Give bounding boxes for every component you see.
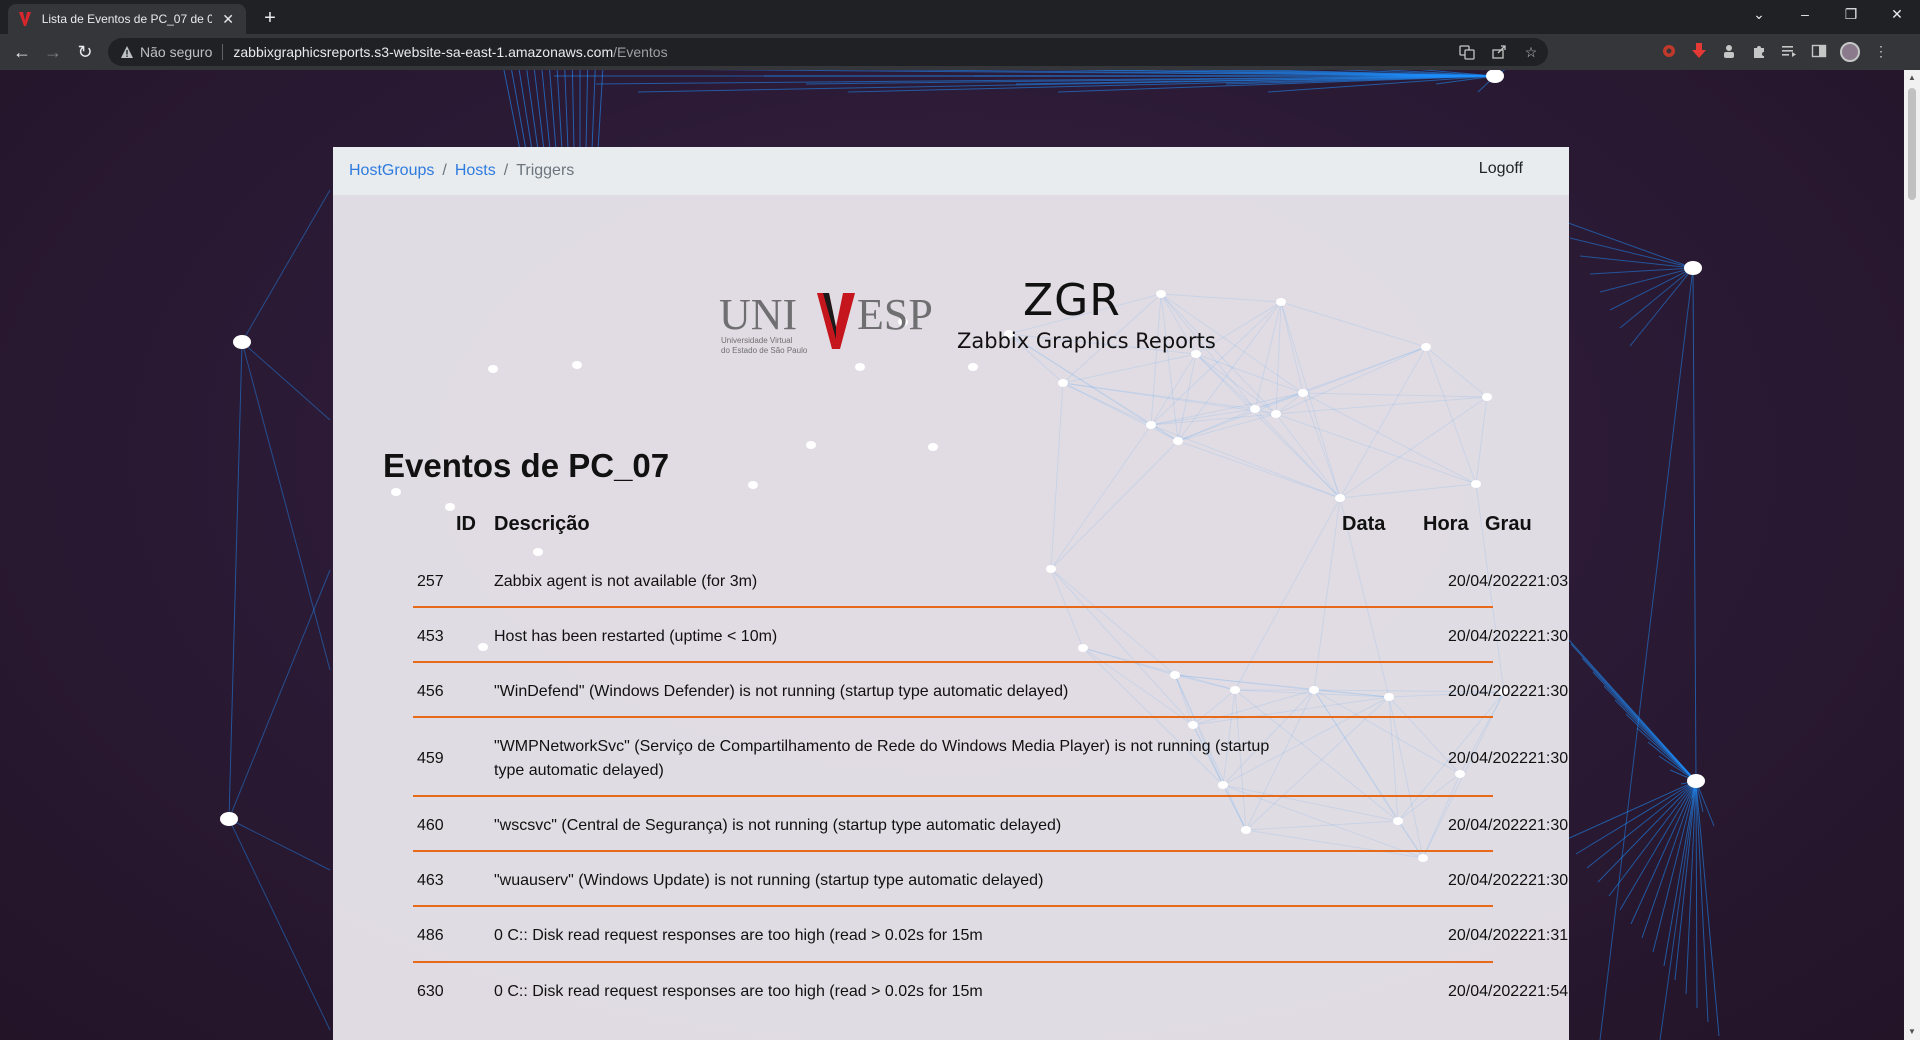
univesp-logo: UNI ESP Universidade Virtual do Estado d… (719, 287, 953, 372)
cell-id: 459 (417, 750, 444, 767)
new-tab-button[interactable]: + (256, 6, 284, 30)
cell-datetime: 20/04/202221:30:223 (1448, 683, 1569, 700)
tab-close-icon[interactable]: ✕ (220, 11, 236, 28)
cell-datetime: 20/04/202221:30:212 (1448, 628, 1569, 645)
breadcrumb-separator: / (503, 162, 509, 179)
page-scrollbar[interactable]: ▲ ▼ (1904, 70, 1920, 1040)
cell-id: 460 (417, 817, 444, 834)
table-row: 453 Host has been restarted (uptime < 10… (413, 608, 1569, 663)
omnibox-divider (222, 44, 224, 60)
breadcrumb: HostGroups / Hosts / Triggers Logoff (333, 147, 1569, 195)
cell-description: "wuauserv" (Windows Update) is not runni… (494, 872, 1044, 889)
close-window-button[interactable]: ✕ (1874, 0, 1920, 30)
page-viewport: HostGroups / Hosts / Triggers Logoff UNI… (0, 70, 1904, 1040)
minimize-button[interactable]: – (1782, 0, 1828, 30)
breadcrumb-separator: / (442, 162, 447, 179)
menu-kebab-icon[interactable]: ⋮ (1872, 42, 1890, 60)
download-arrow-icon[interactable] (1690, 42, 1708, 60)
tab-title: Lista de Eventos de PC_07 de 01/ (41, 12, 213, 26)
url-host: zabbixgraphicsreports.s3-website-sa-east… (233, 44, 614, 60)
extensions-area: ⋮ (1660, 42, 1890, 62)
column-header-date: Data (1342, 513, 1386, 535)
media-queue-icon[interactable] (1780, 42, 1798, 60)
cell-datetime: 20/04/202221:31:462 (1448, 927, 1569, 944)
bookmark-star-icon[interactable]: ☆ (1522, 43, 1540, 61)
cell-description: "wscsvc" (Central de Segurança) is not r… (494, 817, 1062, 834)
column-header-description: Descrição (494, 513, 590, 535)
page-title: Eventos de PC_07 (383, 447, 670, 484)
scroll-up-icon[interactable]: ▲ (1904, 70, 1920, 86)
back-icon[interactable]: ← (8, 40, 36, 64)
univesp-logo-text-right: ESP (857, 290, 933, 339)
security-status[interactable]: Não seguro (140, 44, 212, 60)
cell-description: 0 C:: Disk read request responses are to… (494, 927, 983, 944)
warning-icon[interactable] (120, 45, 134, 59)
browser-tab-bar: Lista de Eventos de PC_07 de 01/ ✕ + ⌄ –… (0, 0, 1920, 34)
logoff-link[interactable]: Logoff (1479, 160, 1523, 178)
cell-id: 456 (417, 683, 444, 700)
cell-description: "WMPNetworkSvc" (Serviço de Compartilham… (494, 738, 1270, 779)
forward-icon[interactable]: → (39, 40, 67, 64)
scroll-down-icon[interactable]: ▼ (1904, 1024, 1920, 1040)
cell-id: 486 (417, 927, 444, 944)
zgr-title: ZGR (1023, 275, 1121, 326)
url-path: /Eventos (613, 44, 668, 60)
column-header-id: ID (456, 513, 476, 535)
cell-datetime: 20/04/202221:54:442 (1448, 983, 1569, 1000)
restore-button[interactable]: ❐ (1828, 0, 1874, 30)
table-row: 459 "WMPNetworkSvc" (Serviço de Comparti… (413, 718, 1569, 797)
side-panel-icon[interactable] (1810, 42, 1828, 60)
main-card: HostGroups / Hosts / Triggers Logoff UNI… (333, 147, 1569, 1040)
univesp-sub1: Universidade Virtual (721, 336, 793, 345)
cell-datetime: 20/04/202221:03:343 (1448, 573, 1569, 590)
reload-icon[interactable]: ↻ (71, 40, 99, 64)
univesp-logo-text-left: UNI (719, 290, 797, 339)
cell-datetime: 20/04/202221:30:273 (1448, 872, 1569, 889)
address-bar[interactable]: Não seguro zabbixgraphicsreports.s3-webs… (108, 38, 1548, 66)
column-header-grade: Grau (1485, 513, 1532, 535)
extension-person-icon[interactable] (1720, 42, 1738, 60)
cell-description: Zabbix agent is not available (for 3m) (494, 573, 758, 590)
puzzle-extensions-icon[interactable] (1750, 42, 1768, 60)
cell-id: 453 (417, 628, 444, 645)
univesp-favicon-icon (18, 12, 32, 26)
table-row: 460 "wscsvc" (Central de Segurança) is n… (413, 797, 1569, 852)
cell-datetime: 20/04/202221:30:253 (1448, 817, 1569, 834)
share-icon[interactable] (1490, 43, 1508, 61)
table-row: 486 0 C:: Disk read request responses ar… (413, 907, 1569, 963)
zgr-logo: ZGR Zabbix Graphics Reports (957, 275, 1216, 355)
univesp-v-mark (817, 293, 855, 349)
zgr-subtitle: Zabbix Graphics Reports (957, 329, 1216, 353)
cell-description: Host has been restarted (uptime < 10m) (494, 628, 778, 645)
cell-datetime: 20/04/202221:30:243 (1448, 750, 1569, 767)
column-header-time: Hora (1423, 513, 1469, 535)
extension-red-circle-icon[interactable] (1660, 42, 1678, 60)
table-row: 630 0 C:: Disk read request responses ar… (413, 963, 1569, 1018)
browser-tab[interactable]: Lista de Eventos de PC_07 de 01/ ✕ (8, 4, 246, 34)
table-row: 257 Zabbix agent is not available (for 3… (413, 553, 1569, 608)
cell-description: "WinDefend" (Windows Defender) is not ru… (494, 683, 1069, 700)
breadcrumb-triggers-current: Triggers (516, 162, 575, 179)
breadcrumb-hostgroups-link[interactable]: HostGroups (349, 162, 434, 180)
table-row: 456 "WinDefend" (Windows Defender) is no… (413, 663, 1569, 718)
cell-id: 257 (417, 573, 444, 590)
tab-search-icon[interactable]: ⌄ (1736, 0, 1782, 30)
browser-toolbar: ← → ↻ Não seguro zabbixgraphicsreports.s… (0, 34, 1920, 70)
univesp-sub2: do Estado de São Paulo (721, 346, 808, 355)
table-row: 463 "wuauserv" (Windows Update) is not r… (413, 852, 1569, 907)
cell-id: 463 (417, 872, 444, 889)
cell-id: 630 (417, 983, 444, 1000)
scrollbar-thumb[interactable] (1908, 88, 1916, 200)
breadcrumb-hosts-link[interactable]: Hosts (455, 162, 496, 180)
translate-icon[interactable] (1458, 43, 1476, 61)
cell-description: 0 C:: Disk read request responses are to… (494, 983, 983, 1000)
profile-avatar[interactable] (1840, 42, 1860, 62)
